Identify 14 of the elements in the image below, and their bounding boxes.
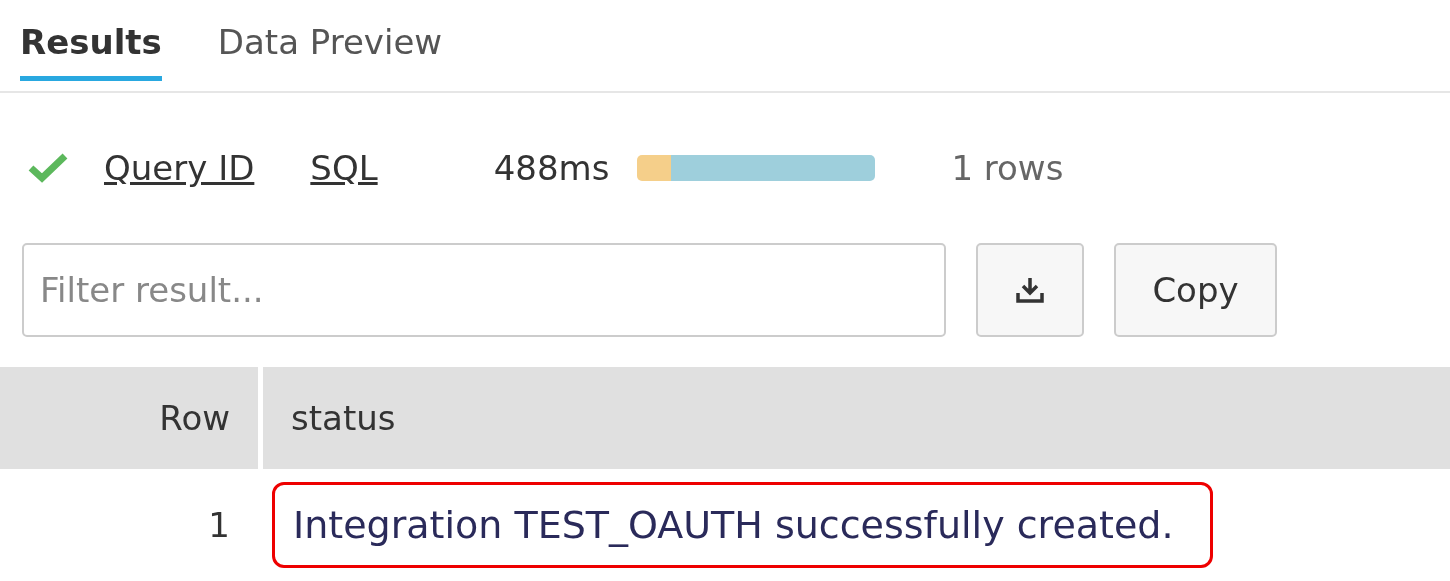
column-header: status (290, 397, 396, 440)
download-button[interactable] (976, 243, 1084, 337)
tab[interactable]: Data Preview (217, 22, 443, 81)
link[interactable]: SQL (310, 148, 378, 188)
row-count: 1 rows (951, 148, 1064, 188)
filter-field[interactable]: Filter result... (22, 243, 946, 337)
copy-button[interactable]: Copy (1114, 243, 1277, 337)
tab[interactable]: Results (20, 22, 162, 81)
column-header: Row (0, 367, 263, 469)
duration-text: 488ms (493, 148, 610, 188)
download-icon (1015, 275, 1045, 305)
link[interactable]: Query ID (104, 148, 255, 188)
table-cell: Integration TEST_OAUTH successfully created. (272, 481, 1213, 568)
row-number: 1 (207, 504, 231, 545)
